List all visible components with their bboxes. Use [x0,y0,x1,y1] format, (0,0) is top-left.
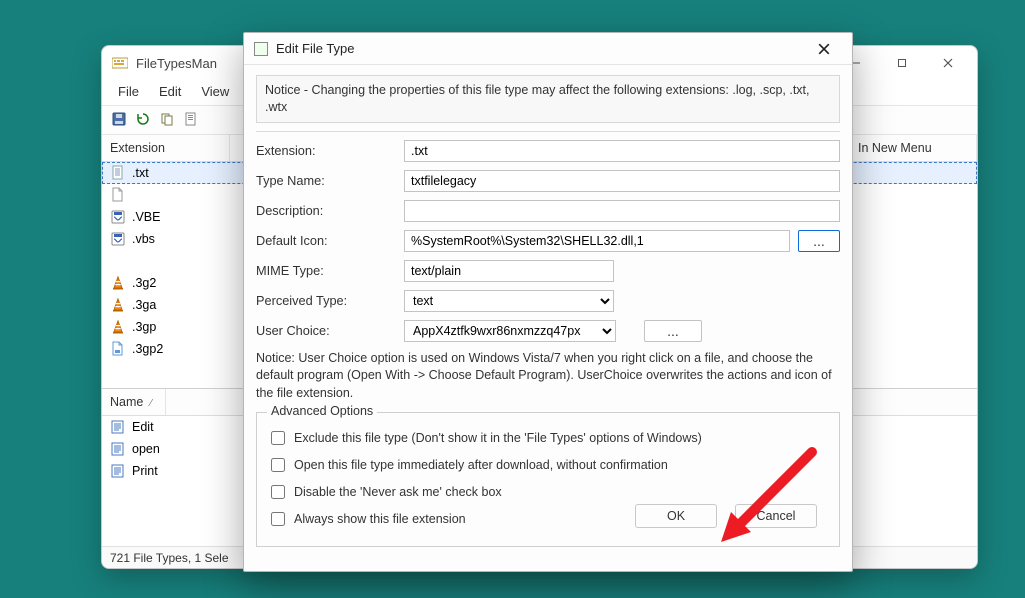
label-description: Description: [256,203,396,218]
dialog-close-button[interactable] [802,34,846,64]
action-name: Print [132,464,192,478]
advanced-options-group: Advanced Options Exclude this file type … [256,412,840,547]
ext-cell: .3gp2 [132,342,236,356]
user-choice-select[interactable]: AppX4ztfk9wxr86nxmzzq47px [404,320,616,342]
action-name: open [132,442,192,456]
user-choice-notice: Notice: User Choice option is used on Wi… [256,350,840,403]
menu-view[interactable]: View [193,82,237,101]
ext-cell: .VBE [132,210,236,224]
dialog-titlebar: Edit File Type [244,33,852,65]
edit-file-type-dialog: Edit File Type Notice - Changing the pro… [243,32,853,572]
ext-cell: .txt [132,166,236,180]
ok-button[interactable]: OK [635,504,717,528]
label-extension: Extension: [256,143,396,158]
col-name[interactable]: Name ⁄ [102,389,166,415]
file-icon [110,231,126,247]
col-extension[interactable]: Extension [102,135,230,161]
chk-always-show-ext[interactable] [271,512,285,526]
chk-open-immediate[interactable] [271,458,285,472]
copy-icon[interactable] [156,108,178,130]
description-field[interactable] [404,200,840,222]
label-default-icon: Default Icon: [256,233,396,248]
action-icon [110,441,126,457]
chk-exclude[interactable] [271,431,285,445]
properties-icon[interactable] [180,108,202,130]
ext-cell: .vbs [132,232,236,246]
label-user-choice: User Choice: [256,323,396,338]
menu-file[interactable]: File [110,82,147,101]
refresh-icon[interactable] [132,108,154,130]
label-type-name: Type Name: [256,173,396,188]
file-icon [110,209,126,225]
ext-cell: .3ga [132,298,236,312]
user-choice-browse-button[interactable]: ... [644,320,702,342]
save-icon[interactable] [108,108,130,130]
label-mime-type: MIME Type: [256,263,396,278]
ext-cell: .3gp [132,320,236,334]
chk-label: Disable the 'Never ask me' check box [294,485,502,499]
close-button[interactable] [925,47,971,79]
ext-cell: .3g2 [132,276,236,290]
app-icon [112,55,128,71]
menu-edit[interactable]: Edit [151,82,189,101]
file-icon [110,187,126,203]
chk-label: Always show this file extension [294,512,466,526]
col-in-new-menu[interactable]: In New Menu [850,135,977,161]
file-icon [110,341,126,357]
chk-label: Open this file type immediately after do… [294,458,668,472]
file-icon [110,297,126,313]
status-text: 721 File Types, 1 Sele [110,551,229,565]
default-icon-field[interactable] [404,230,790,252]
file-icon [110,253,126,269]
dialog-icon [254,42,268,56]
file-icon [110,275,126,291]
maximize-button[interactable] [879,47,925,79]
action-name: Edit [132,420,192,434]
browse-icon-button[interactable]: ... [798,230,840,252]
extension-field[interactable] [404,140,840,162]
type-name-field[interactable] [404,170,840,192]
action-icon [110,419,126,435]
group-title: Advanced Options [267,404,377,418]
dialog-title: Edit File Type [276,41,355,56]
cancel-button[interactable]: Cancel [735,504,817,528]
chk-label: Exclude this file type (Don't show it in… [294,431,702,445]
notice-box: Notice - Changing the properties of this… [256,75,840,123]
app-title: FileTypesMan [136,56,217,71]
file-icon [110,165,126,181]
file-icon [110,319,126,335]
action-icon [110,463,126,479]
label-perceived-type: Perceived Type: [256,293,396,308]
chk-disable-never-ask[interactable] [271,485,285,499]
mime-type-field[interactable] [404,260,614,282]
perceived-type-select[interactable]: text [404,290,614,312]
